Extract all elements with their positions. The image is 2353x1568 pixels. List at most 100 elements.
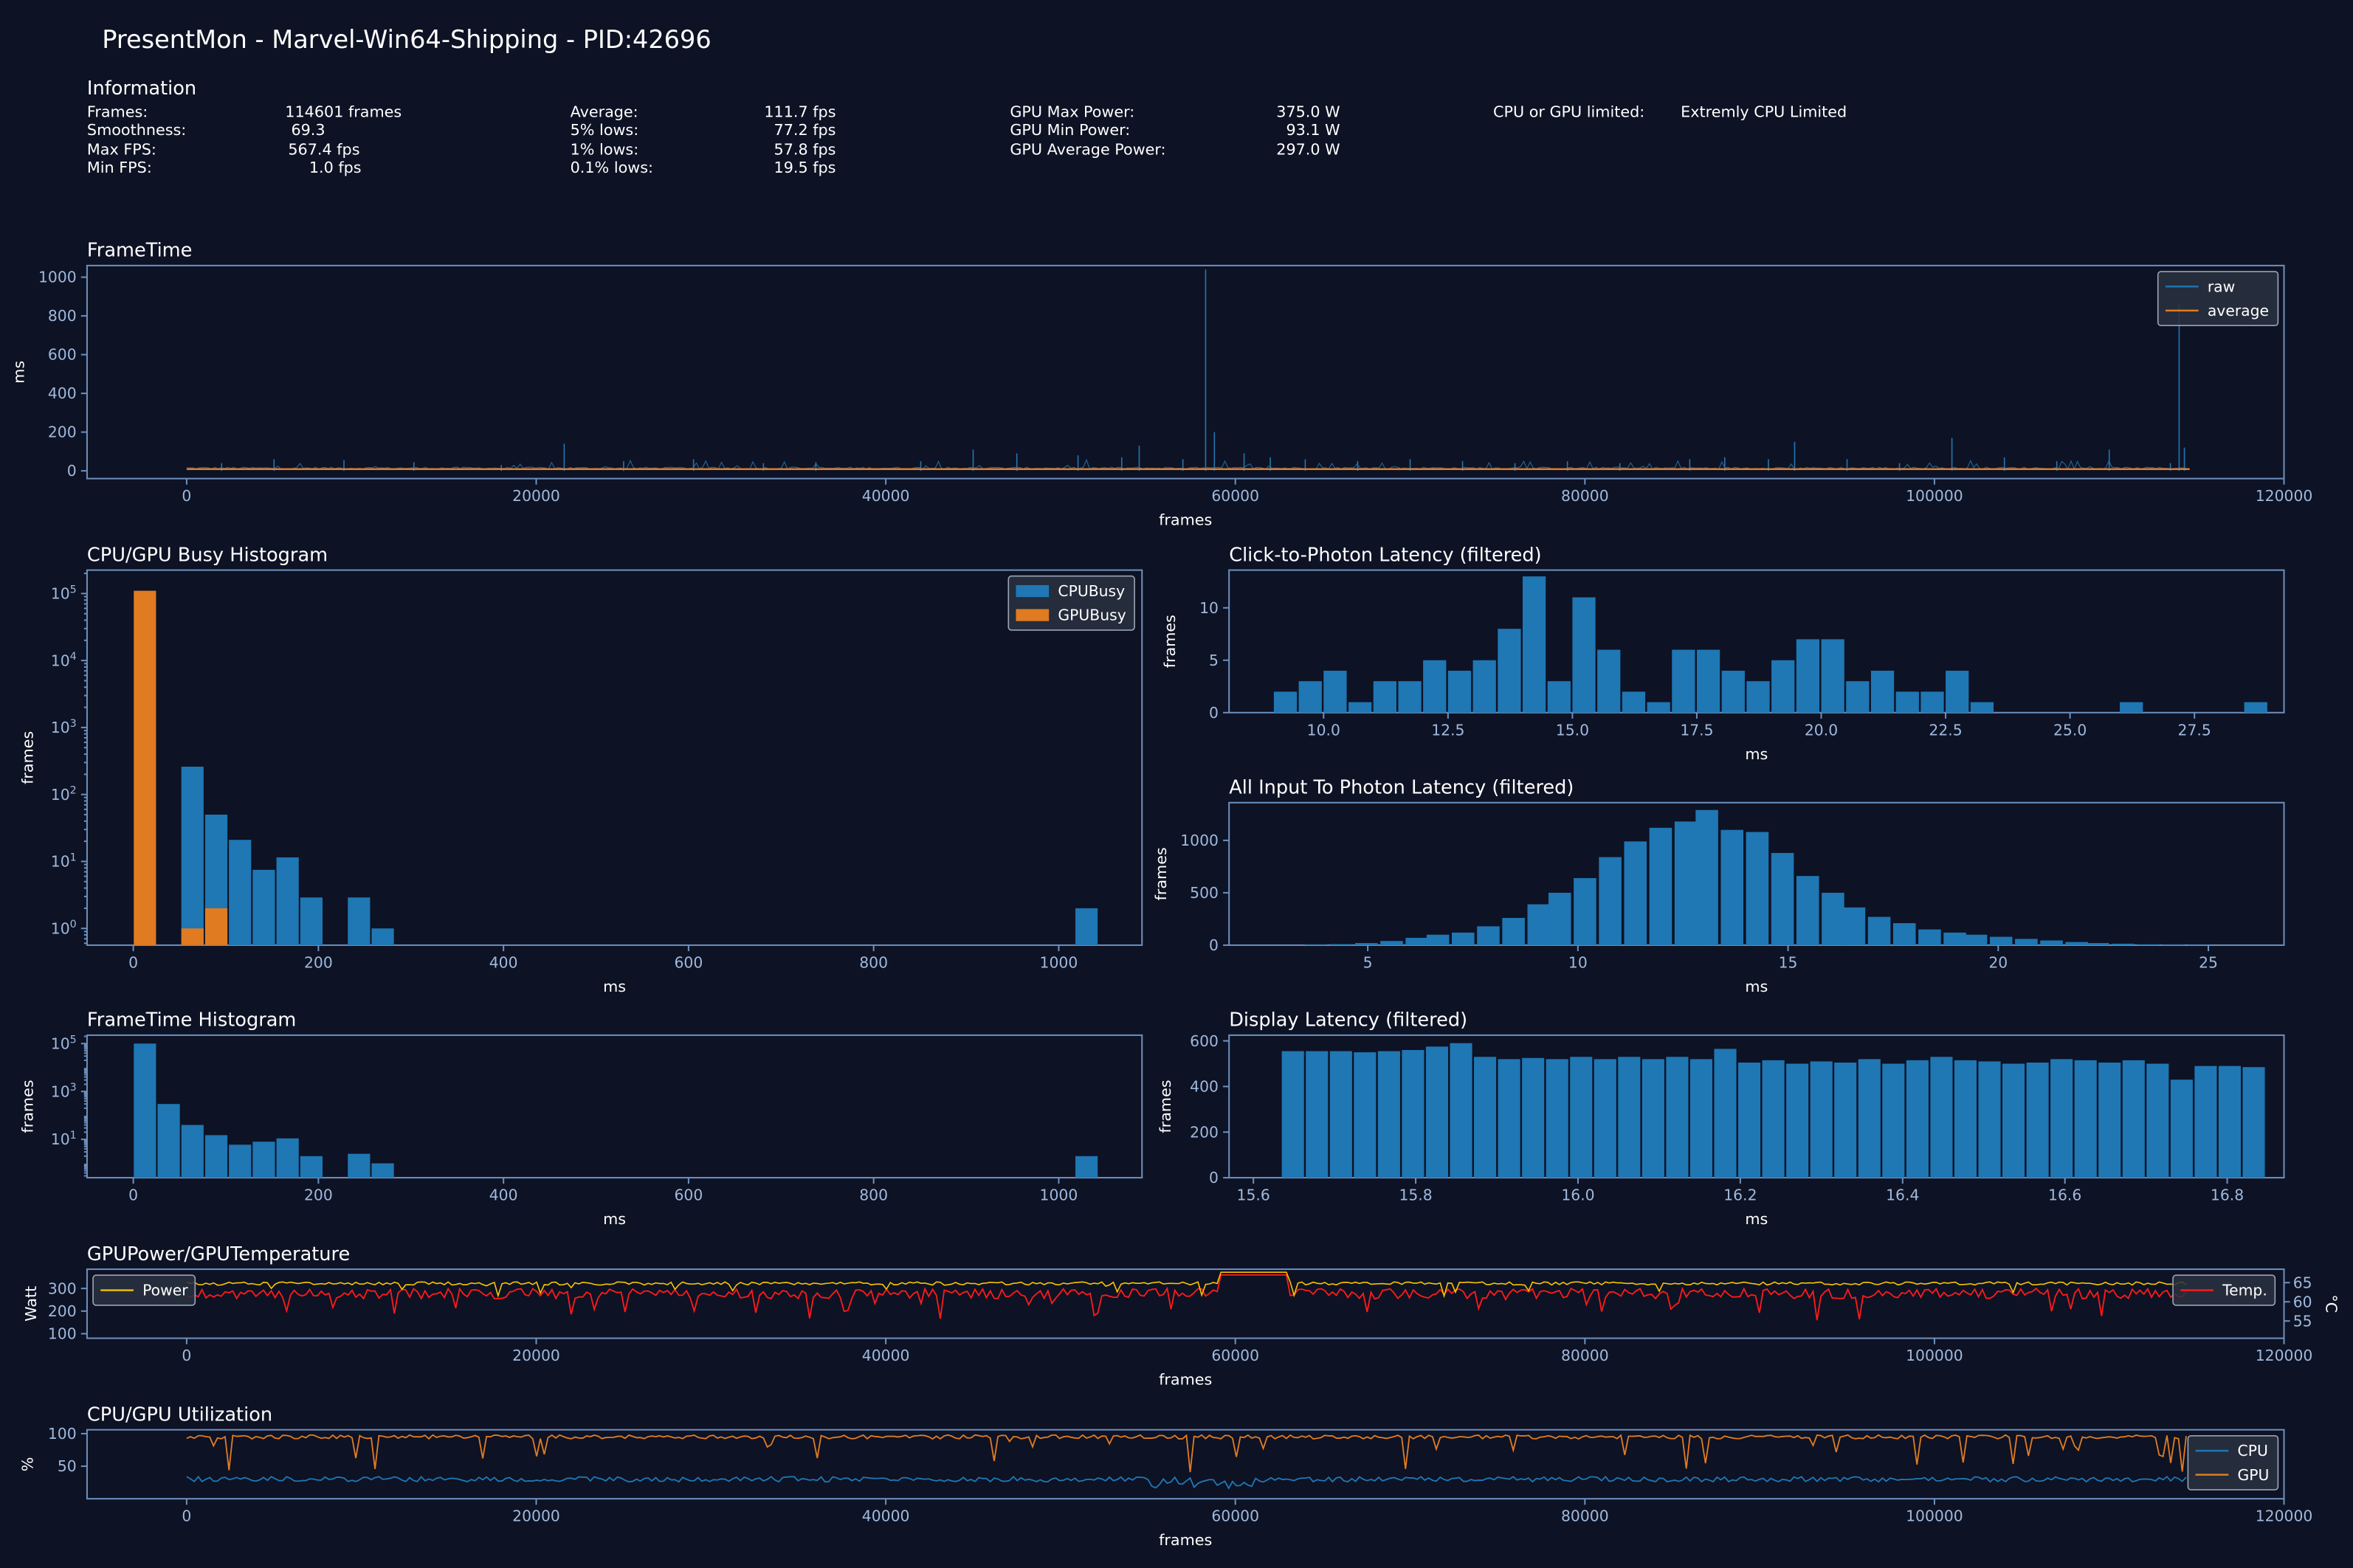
display-latency-bar (1762, 1060, 1785, 1178)
display-latency-title: Display Latency (filtered) (1229, 1009, 1467, 1032)
display-latency-bar (2026, 1062, 2049, 1178)
click-to-photon-bar (1447, 670, 1472, 713)
display-latency-bar (1570, 1057, 1593, 1178)
cpu-gpu-util-xlabel: frames (1159, 1531, 1212, 1549)
busy-hist-legend-swatch (1016, 584, 1050, 598)
frametime-hist-bar (204, 1135, 228, 1178)
busy-hist-legend-label: CPUBusy (1058, 582, 1125, 600)
frametime-legend-label: raw (2208, 277, 2235, 295)
click-to-photon-bar (1273, 691, 1298, 713)
busy-hist-ylabel: frames (19, 731, 37, 784)
busy-hist-xtick-label: 0 (128, 953, 138, 971)
busy-hist-xtick-label: 200 (304, 953, 333, 971)
display-latency-bar (1546, 1059, 1568, 1178)
display-latency-bar (1786, 1063, 1809, 1178)
click-to-photon-ylabel: frames (1161, 615, 1179, 668)
display-latency-bar (1329, 1051, 1352, 1178)
busy-hist-bar (204, 908, 228, 945)
display-latency-ylabel: frames (1157, 1080, 1174, 1133)
busy-hist-bar (252, 869, 275, 945)
cpu-gpu-util-ytick-label: 50 (58, 1457, 77, 1475)
cpu-gpu-util-xtick-label: 0 (182, 1507, 191, 1525)
busy-hist-ytick-label: 101 (51, 852, 77, 870)
frametime-hist-bar (371, 1163, 394, 1178)
display-latency-bar (2146, 1063, 2169, 1178)
frametime-hist-bar (181, 1125, 204, 1178)
all-input-photon-bar (2015, 939, 2038, 945)
frametime-ytick-label: 1000 (38, 269, 77, 286)
click-to-photon-bar (1323, 670, 1347, 713)
all-input-photon-bar (2112, 943, 2135, 945)
busy-hist-bar (371, 928, 394, 945)
display-latency-xtick-label: 16.6 (2048, 1187, 2081, 1204)
frametime-hist-title: FrameTime Histogram (87, 1009, 296, 1032)
display-latency-ytick-label: 400 (1190, 1078, 1219, 1096)
gpu-power-legend-label: Power (142, 1282, 188, 1299)
busy-hist-bar (276, 857, 299, 945)
gpu-power-temp-xtick-label: 80000 (1561, 1347, 1609, 1364)
display-latency-chart: Display Latency (filtered) 15.6 15.8 16.0 16… (1157, 1009, 2285, 1228)
display-latency-bar (1377, 1051, 1400, 1178)
frametime-hist-xlabel: ms (603, 1210, 626, 1228)
click-to-photon-title: Click-to-Photon Latency (filtered) (1229, 544, 1541, 566)
display-latency-bar (2098, 1062, 2121, 1178)
click-to-photon-bar (1373, 681, 1396, 713)
gpu-power-temp-xtick-label: 20000 (512, 1347, 560, 1364)
click-to-photon-bar (2244, 702, 2267, 713)
all-input-photon-bar (1867, 916, 1891, 945)
display-latency-xtick-label: 16.8 (2211, 1187, 2244, 1204)
gpu-util-line (186, 1434, 2187, 1473)
all-input-photon-ytick-label: 500 (1190, 884, 1219, 902)
click-to-photon-bar (1597, 649, 1621, 713)
all-input-photon-xlabel: ms (1745, 978, 1768, 995)
display-latency-bar (1930, 1057, 1953, 1178)
all-input-photon-chart: All Input To Photon Latency (filtered) 5 1… (1152, 777, 2285, 995)
click-to-photon-bar (1721, 670, 1745, 713)
display-latency-bar (1834, 1062, 1857, 1178)
frametime-frame (86, 264, 2285, 480)
charts-canvas: FrameTime 0 20000 40000 60000 80000 1000 0 0 1200… (10, 240, 2340, 1550)
busy-hist-ytick-label: 100 (51, 919, 77, 937)
cpu-gpu-util-xtick-label: 80000 (1561, 1507, 1609, 1525)
frametime-title: FrameTime (87, 240, 192, 262)
all-input-photon-bar (1746, 832, 1769, 945)
frametime-xtick-label: 20000 (512, 487, 560, 505)
click-to-photon-bar (1547, 681, 1571, 713)
display-latency-bar (1641, 1059, 1664, 1178)
display-latency-bar (1594, 1059, 1616, 1178)
cpu-util-line (186, 1475, 2187, 1490)
display-latency-bar (2218, 1066, 2242, 1178)
all-input-photon-bar (1477, 926, 1500, 945)
click-to-photon-bar (1946, 670, 1969, 713)
cpu-gpu-util-xtick-label: 40000 (862, 1507, 910, 1525)
click-to-photon-bar (1870, 670, 1895, 713)
display-latency-bar (1425, 1046, 1449, 1178)
all-input-photon-bar (2065, 942, 2089, 945)
busy-hist-ytick-label: 105 (51, 584, 77, 602)
all-input-photon-xtick-label: 25 (2199, 953, 2218, 971)
busy-hist-title: CPU/GPU Busy Histogram (87, 544, 328, 566)
cpu-gpu-util-xtick-label: 120000 (2256, 1507, 2313, 1525)
busy-hist-bar (134, 590, 156, 945)
click-to-photon-bar (1498, 629, 1521, 713)
cpu-gpu-util-frame (86, 1429, 2285, 1500)
display-latency-bar (1689, 1059, 1713, 1178)
all-input-photon-bar (1548, 892, 1571, 945)
presentmon-report: PresentMon - Marvel-Win64-Shipping - PID… (0, 0, 2353, 1568)
gpu-power-temp-ytick-label: 100 (48, 1325, 77, 1343)
cpu-gpu-util-xtick-label: 60000 (1211, 1507, 1259, 1525)
busy-hist-bar (300, 897, 323, 945)
click-to-photon-bar (1771, 660, 1795, 713)
all-input-photon-bar (1304, 944, 1328, 945)
display-latency-xlabel: ms (1745, 1210, 1768, 1228)
frametime-hist-xtick-label: 0 (128, 1187, 138, 1204)
frametime-xlabel: frames (1159, 511, 1212, 529)
frametime-hist-bar (1075, 1156, 1098, 1178)
all-input-photon-title: All Input To Photon Latency (filtered) (1229, 777, 1574, 799)
all-input-photon-xtick-label: 20 (1988, 953, 2008, 971)
all-input-photon-bar (1989, 936, 2013, 945)
frametime-hist-bar (348, 1153, 371, 1178)
click-to-photon-bar (1846, 681, 1870, 713)
display-latency-bar (1522, 1057, 1545, 1178)
frametime-hist-ylabel: frames (19, 1080, 37, 1133)
